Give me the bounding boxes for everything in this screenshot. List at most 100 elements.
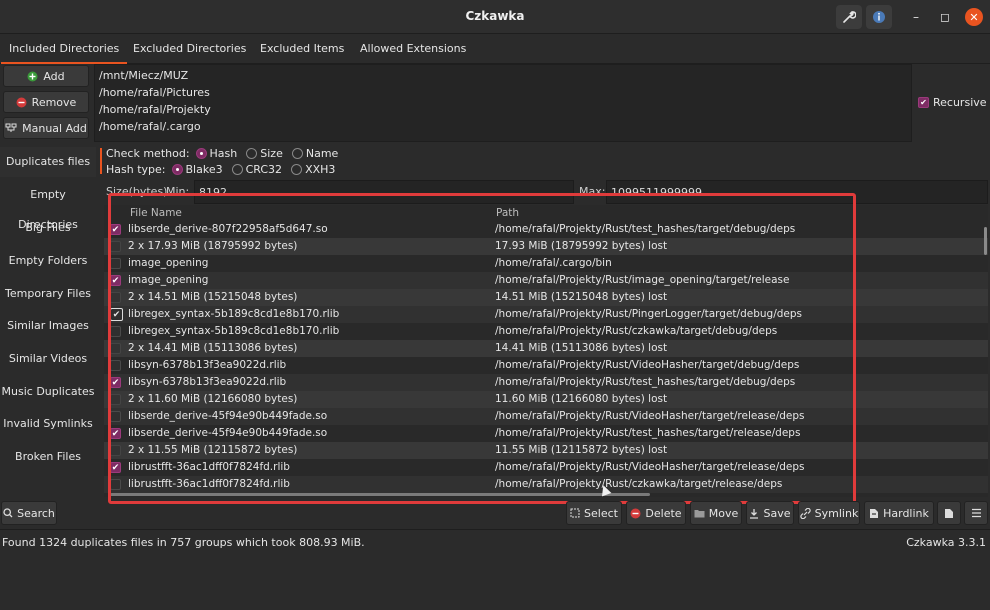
directory-item[interactable]: /home/rafal/Projekty [99, 101, 907, 118]
row-checkbox [110, 241, 121, 252]
sidebar-item-invalid-symlinks[interactable]: Invalid Symlinks [0, 409, 96, 439]
file-name-cell: image_opening [128, 257, 209, 269]
directory-item[interactable]: /home/rafal/Pictures [99, 84, 907, 101]
row-checkbox[interactable] [110, 326, 121, 337]
column-file-name[interactable]: File Name [130, 205, 182, 221]
row-checkbox[interactable] [110, 479, 121, 490]
row-checkbox[interactable]: ✔ [110, 462, 121, 473]
save-icon [750, 508, 759, 519]
group-header-row[interactable]: 2 x 11.55 MiB (12115872 bytes) 11.55 MiB … [104, 442, 988, 459]
table-row[interactable]: libserde_derive-45f94e90b449fade.so/home… [104, 408, 988, 425]
sidebar-item-temporary-files[interactable]: Temporary Files [0, 279, 96, 309]
manual-add-button[interactable]: Manual Add [3, 117, 89, 139]
row-checkbox[interactable]: ✔ [110, 377, 121, 388]
menu-button[interactable] [964, 501, 988, 525]
table-row[interactable]: ✔ image_opening/home/rafal/Projekty/Rust/… [104, 272, 988, 289]
horizontal-scrollbar[interactable] [110, 493, 650, 496]
hamburger-icon [971, 508, 981, 518]
folder-icon [694, 509, 705, 517]
check-method-hash[interactable]: Hash [195, 147, 237, 160]
select-label: Select [584, 506, 618, 520]
hash-type-blake3[interactable]: Blake3 [171, 163, 223, 176]
save-button[interactable]: Save [746, 501, 794, 525]
row-checkbox[interactable]: ✔ [110, 428, 121, 439]
remove-directory-button[interactable]: Remove [3, 91, 89, 113]
row-checkbox[interactable] [110, 258, 121, 269]
search-button[interactable]: Search [1, 501, 57, 525]
table-row[interactable]: ✔ libregex_syntax-5b189c8cd1e8b170.rlib/h… [104, 306, 988, 323]
sidebar-item-similar-images[interactable]: Similar Images [0, 311, 96, 341]
maximize-button[interactable]: ◻ [936, 8, 954, 26]
remove-label: Remove [31, 95, 77, 109]
row-checkbox[interactable] [110, 411, 121, 422]
tab-excluded-items[interactable]: Excluded Items [252, 34, 352, 64]
directory-item[interactable]: /home/rafal/.cargo [99, 118, 907, 135]
row-checkbox[interactable]: ✔ [110, 275, 121, 286]
row-checkbox [110, 445, 121, 456]
close-button[interactable]: ✕ [965, 8, 983, 26]
hardlink-button[interactable]: Hardlink [864, 501, 934, 525]
vertical-scrollbar[interactable] [984, 227, 987, 255]
recursive-checkbox[interactable]: ✔ Recursive [918, 96, 987, 109]
table-row[interactable]: ✔ libserde_derive-807f22958af5d647.so/hom… [104, 221, 988, 238]
title-bar: Czkawka – ◻ ✕ [0, 0, 990, 34]
included-directories-list: /mnt/Miecz/MUZ /home/rafal/Pictures /hom… [94, 64, 912, 142]
add-icon [27, 71, 38, 81]
symlink-button[interactable]: Symlink [798, 501, 860, 525]
delete-button[interactable]: Delete [626, 501, 686, 525]
radio-icon [195, 148, 207, 159]
row-checkbox[interactable]: ✔ [110, 308, 123, 321]
size-filter-row: Size(bytes) Min: 8192 Max: 1099511999999 [96, 180, 990, 204]
table-row[interactable]: ✔ libsyn-6378b13f3ea9022d.rlib/home/rafal… [104, 374, 988, 391]
file-name-cell: 2 x 17.93 MiB (18795992 bytes) [128, 240, 298, 252]
sidebar-item-empty-directories[interactable]: Empty Directories [0, 180, 96, 231]
hash-type-xxh3[interactable]: XXH3 [291, 163, 335, 176]
move-button[interactable]: Move [690, 501, 742, 525]
sidebar-item-broken-files[interactable]: Broken Files [0, 442, 96, 472]
status-message: Found 1324 duplicates files in 757 group… [2, 536, 365, 549]
group-header-row[interactable]: 2 x 14.51 MiB (15215048 bytes) 14.51 MiB … [104, 289, 988, 306]
table-row[interactable]: libregex_syntax-5b189c8cd1e8b170.rlib/ho… [104, 323, 988, 340]
radio-icon [291, 148, 303, 159]
path-cell: /home/rafal/Projekty/Rust/test_hashes/ta… [495, 223, 796, 235]
sidebar-item-music-duplicates[interactable]: Music Duplicates [0, 377, 96, 407]
column-path[interactable]: Path [496, 205, 519, 221]
add-directory-button[interactable]: Add [3, 65, 89, 87]
row-checkbox [110, 343, 121, 354]
file-name-cell: libregex_syntax-5b189c8cd1e8b170.rlib [128, 308, 340, 320]
sidebar-item-big-files[interactable]: Big Files [0, 213, 96, 243]
sidebar-item-empty-files[interactable]: Empty Folders [0, 246, 96, 276]
max-size-input[interactable]: 1099511999999 [606, 180, 988, 204]
table-row[interactable]: ✔ libserde_derive-45f94e90b449fade.so/hom… [104, 425, 988, 442]
min-size-input[interactable]: 8192 [194, 180, 574, 204]
sidebar-item-similar-videos[interactable]: Similar Videos [0, 344, 96, 374]
directory-item[interactable]: /mnt/Miecz/MUZ [99, 67, 907, 84]
row-checkbox [110, 394, 121, 405]
table-row[interactable]: ✔ librustfft-36ac1dff0f7824fd.rlib/home/r… [104, 459, 988, 476]
sidebar-item-duplicates-files[interactable]: Duplicates files [0, 147, 96, 177]
hash-type-crc32[interactable]: CRC32 [231, 163, 282, 176]
table-row[interactable]: image_opening/home/rafal/.cargo/bin [104, 255, 988, 272]
group-header-row[interactable]: 2 x 17.93 MiB (18795992 bytes) 17.93 MiB … [104, 238, 988, 255]
blake3-label: Blake3 [185, 163, 223, 176]
min-size-label: Min: [166, 185, 190, 198]
group-header-row[interactable]: 2 x 11.60 MiB (12166080 bytes) 11.60 MiB … [104, 391, 988, 408]
row-checkbox[interactable] [110, 360, 121, 371]
check-method-size[interactable]: Size [246, 147, 283, 160]
tab-included-directories[interactable]: Included Directories [1, 34, 128, 64]
table-row[interactable]: libsyn-6378b13f3ea9022d.rlib/home/rafal/… [104, 357, 988, 374]
path-cell: /home/rafal/Projekty/Rust/VideoHasher/ta… [495, 410, 805, 422]
settings-button[interactable] [836, 5, 862, 29]
bottom-toolbar: Search Select Delete Move Save Symlink H… [0, 499, 990, 529]
select-button[interactable]: Select [566, 501, 622, 525]
tab-allowed-extensions[interactable]: Allowed Extensions [352, 34, 474, 64]
group-header-row[interactable]: 2 x 14.41 MiB (15113086 bytes) 14.41 MiB … [104, 340, 988, 357]
table-row[interactable]: librustfft-36ac1dff0f7824fd.rlib/home/ra… [104, 476, 988, 493]
maximize-icon: ◻ [940, 10, 950, 24]
about-button[interactable] [866, 5, 892, 29]
row-checkbox[interactable]: ✔ [110, 224, 121, 235]
file-info-button[interactable] [937, 501, 961, 525]
check-method-name[interactable]: Name [291, 147, 338, 160]
tab-excluded-directories[interactable]: Excluded Directories [125, 34, 254, 64]
minimize-button[interactable]: – [907, 8, 925, 26]
